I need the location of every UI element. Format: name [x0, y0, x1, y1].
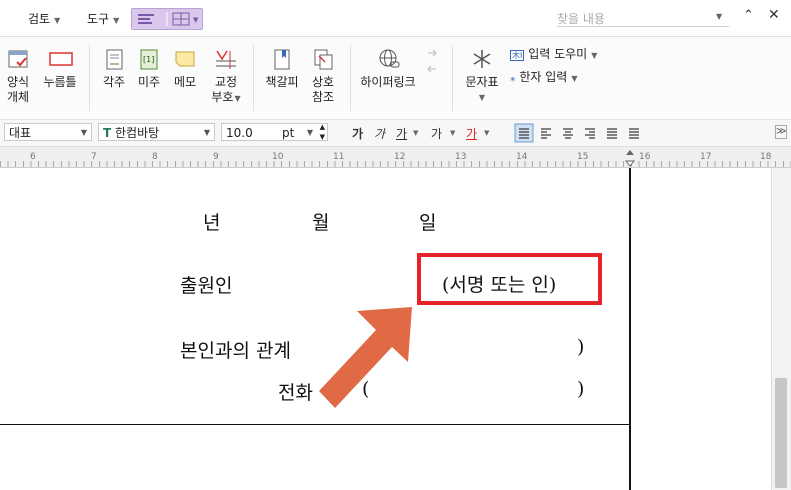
footnote-button[interactable]: 각주: [99, 47, 129, 90]
chevron-down-icon[interactable]: ▼: [413, 129, 418, 137]
table-bottom-border: [0, 424, 631, 425]
chevron-down-icon: ▼: [234, 94, 241, 103]
chevron-down-icon: ▼: [571, 74, 578, 83]
font-icon: T: [103, 126, 112, 140]
footnote-icon: [106, 49, 123, 70]
ruler-tick: 8: [152, 152, 158, 162]
bookmark-icon: [274, 49, 290, 70]
proofreading-icon: [216, 50, 236, 69]
globe-link-icon: [379, 49, 400, 68]
chevron-down-icon: ▼: [591, 51, 598, 60]
endnote-button[interactable]: [1] 미주: [134, 47, 164, 90]
chevron-down-icon: ▼: [54, 16, 61, 25]
horizontal-ruler: 6 7 8 9 10 11 12 13 14 15 16 17 18: [0, 147, 791, 168]
applicant-label: 출원인: [180, 275, 233, 297]
hyperlink-button[interactable]: 하이퍼링크: [358, 47, 418, 90]
chevron-down-icon: ▼: [306, 128, 313, 137]
ribbon-collapse-icon[interactable]: ⌃: [743, 8, 754, 23]
svg-text:[1]: [1]: [143, 55, 154, 64]
proofreading-button[interactable]: 교정 부호▼: [208, 47, 244, 106]
date-day-label: 일: [419, 212, 437, 234]
ribbon-separator: [452, 45, 453, 111]
chevron-down-icon[interactable]: ▼: [450, 129, 455, 137]
edit-mode-icon: ▼: [138, 12, 199, 26]
ruler-tick: 9: [213, 152, 219, 162]
endnote-icon: [1]: [140, 49, 158, 70]
menu-review[interactable]: 검토 ▼: [28, 10, 60, 27]
ruler-tick: 12: [394, 152, 406, 162]
phone-close-paren: ): [577, 378, 585, 400]
cross-reference-button[interactable]: 상호 참조: [307, 47, 339, 105]
ribbon-separator: [350, 45, 351, 111]
format-toolbar: 대표 ▼ T 한컴바탕 ▼ 10.0 pt ▼ ▲ ▼ 가 가 가 ▼ 가 ▼ 가 ▼ ≫: [0, 120, 791, 147]
symbol-button[interactable]: 문자표 ▼: [462, 47, 502, 105]
ruler-tick: 10: [272, 152, 284, 162]
paragraph-align-group: [514, 123, 639, 143]
close-icon[interactable]: ✕: [768, 7, 780, 23]
relation-close-paren: ): [577, 336, 585, 358]
menu-tools[interactable]: 도구 ▼: [87, 10, 119, 27]
chevron-down-icon: ▼: [113, 16, 120, 25]
view-mode-group[interactable]: ▼: [131, 8, 203, 30]
signature-text: (서명 또는 인): [442, 274, 557, 296]
ruler-tick: 6: [30, 152, 36, 162]
size-spinner-icon[interactable]: ▲ ▼: [320, 122, 325, 142]
italic-button[interactable]: 가: [374, 125, 385, 142]
ribbon-toolbar: 양식 개체 누름틀 각주 [1] 미주 메모 교정 부호▼ 책갈피 상호 참조 …: [0, 37, 791, 120]
ribbon-separator: [89, 45, 90, 111]
vertical-scrollbar[interactable]: [771, 168, 791, 490]
hanja-input-button[interactable]: ⁎ 한자 입력 ▼: [510, 70, 610, 86]
form-object-button[interactable]: 양식 개체: [2, 47, 34, 105]
field-icon: [49, 52, 73, 66]
form-object-icon: [8, 50, 28, 68]
scrollbar-thumb[interactable]: [775, 378, 787, 488]
ruler-tick: 14: [516, 152, 528, 162]
ruler-tick: 16: [639, 152, 651, 162]
font-color-button[interactable]: 가: [466, 125, 477, 142]
memo-icon: [175, 51, 195, 67]
input-helper-button[interactable]: 木I 입력 도우미 ▼: [510, 47, 610, 63]
ruler-tick: 15: [577, 152, 589, 162]
strikethrough-button[interactable]: 가: [431, 125, 442, 142]
link-arrows-icon: [427, 49, 437, 73]
toolbar-expand-icon[interactable]: ≫: [775, 125, 788, 139]
menu-bar: 검토 ▼ 도구 ▼ ▼ 찾을 내용 ▼ ⌃ ✕: [0, 0, 791, 37]
ruler-tick: 11: [333, 152, 345, 162]
relation-label: 본인과의 관계: [180, 340, 291, 362]
memo-button[interactable]: 메모: [170, 47, 200, 90]
date-year-label: 년: [203, 212, 221, 234]
ruler-tick: 13: [455, 152, 467, 162]
ruler-tick: 7: [91, 152, 97, 162]
chevron-down-icon: ▼: [478, 93, 486, 102]
right-margin-marker-icon[interactable]: [624, 149, 636, 167]
font-select[interactable]: T 한컴바탕 ▼: [98, 123, 215, 141]
search-dropdown-icon[interactable]: ▼: [716, 12, 722, 21]
chevron-down-icon[interactable]: ▼: [484, 129, 489, 137]
document-page[interactable]: 년 월 일 출원인 (서명 또는 인) 본인과의 관계 ) 전화 ( ): [0, 168, 770, 490]
date-month-label: 월: [312, 212, 330, 234]
ruler-tick: 17: [700, 152, 712, 162]
underline-button[interactable]: 가: [396, 125, 407, 142]
search-input[interactable]: 찾을 내용: [557, 10, 729, 27]
pointer-arrow-icon: [319, 307, 412, 408]
chevron-down-icon: ▼: [80, 128, 87, 137]
font-size-input[interactable]: 10.0 pt ▼ ▲ ▼: [221, 123, 328, 141]
phone-label: 전화: [278, 382, 313, 404]
style-select[interactable]: 대표 ▼: [4, 123, 92, 141]
input-helper-icon: 木I: [510, 50, 525, 61]
bold-button[interactable]: 가: [352, 125, 363, 142]
ribbon-separator: [253, 45, 254, 111]
chevron-down-icon: ▼: [203, 128, 210, 137]
symbol-icon: [473, 50, 491, 68]
bookmark-button[interactable]: 책갈피: [262, 47, 302, 90]
field-button[interactable]: 누름틀: [42, 47, 78, 90]
svg-text:▼: ▼: [193, 16, 199, 24]
cross-reference-icon: [314, 49, 333, 70]
hanja-icon: ⁎: [510, 71, 516, 84]
table-right-border: [629, 168, 631, 490]
ruler-tick: 18: [760, 152, 772, 162]
